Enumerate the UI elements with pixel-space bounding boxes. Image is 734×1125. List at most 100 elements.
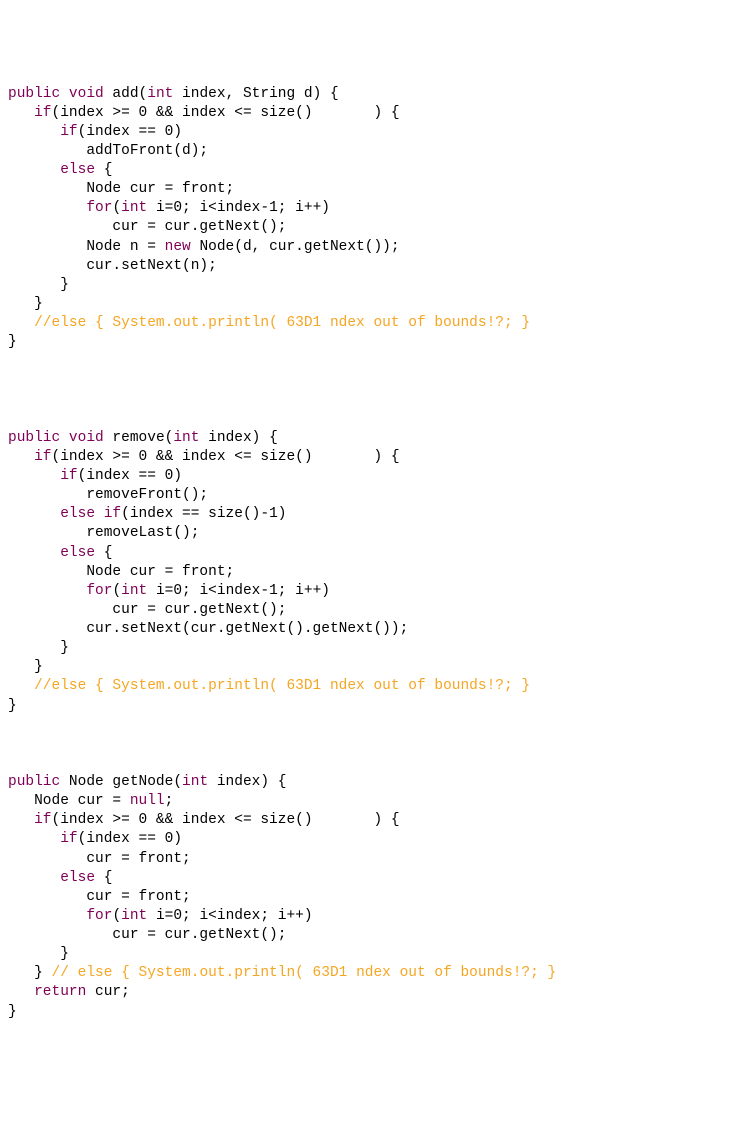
comment-token: //else { System.out.println( 63D1 ndex o…	[34, 315, 530, 331]
code-line: removeLast();	[8, 524, 726, 543]
type-token: int	[121, 583, 147, 599]
code-token: i=0; i<index-1; i++)	[147, 583, 330, 599]
code-token: Node cur = front;	[8, 181, 234, 197]
code-line: if(index == 0)	[8, 830, 726, 849]
code-token: Node cur =	[8, 793, 130, 809]
code-token	[8, 812, 34, 828]
kw-token: if	[104, 506, 121, 522]
kw-token: else	[60, 545, 95, 561]
code-line: public void remove(int index) {	[8, 429, 726, 448]
code-line: }	[8, 945, 726, 964]
code-token: (index >= 0 && index <= size() ) {	[52, 812, 400, 828]
code-token: i=0; i<index-1; i++)	[147, 200, 330, 216]
code-token: i=0; i<index; i++)	[147, 908, 312, 924]
kw-token: void	[69, 86, 104, 102]
kw-token: public	[8, 774, 60, 790]
code-line	[8, 754, 726, 773]
code-line	[8, 391, 726, 410]
type-token: int	[173, 430, 199, 446]
code-line: } // else { System.out.println( 63D1 nde…	[8, 964, 726, 983]
code-token: cur.setNext(cur.getNext().getNext());	[8, 621, 408, 637]
code-line: removeFront();	[8, 486, 726, 505]
code-line: cur.setNext(n);	[8, 257, 726, 276]
code-token: cur.setNext(n);	[8, 258, 217, 274]
code-token: cur = cur.getNext();	[8, 927, 286, 943]
code-line: else {	[8, 544, 726, 563]
code-token: index) {	[199, 430, 277, 446]
code-token	[8, 124, 60, 140]
code-token: remove(	[104, 430, 174, 446]
type-token: int	[121, 200, 147, 216]
comment-token: // else { System.out.println( 63D1 ndex …	[52, 965, 557, 981]
code-token: (	[112, 583, 121, 599]
code-token	[8, 984, 34, 1000]
code-token: cur = cur.getNext();	[8, 602, 286, 618]
code-token	[60, 86, 69, 102]
code-token: add(	[104, 86, 148, 102]
kw-token: else	[60, 506, 95, 522]
code-token	[8, 162, 60, 178]
code-line: //else { System.out.println( 63D1 ndex o…	[8, 677, 726, 696]
code-line: if(index == 0)	[8, 467, 726, 486]
code-token: Node n =	[8, 239, 165, 255]
code-line: Node cur = null;	[8, 792, 726, 811]
code-line: else if(index == size()-1)	[8, 505, 726, 524]
type-token: int	[147, 86, 173, 102]
code-token	[8, 908, 86, 924]
code-token: {	[95, 870, 112, 886]
code-line: //else { System.out.println( 63D1 ndex o…	[8, 314, 726, 333]
code-token: index) {	[208, 774, 286, 790]
code-token: (	[112, 908, 121, 924]
code-token	[8, 678, 34, 694]
code-line: Node n = new Node(d, cur.getNext());	[8, 238, 726, 257]
code-line: if(index >= 0 && index <= size() ) {	[8, 448, 726, 467]
code-token	[8, 506, 60, 522]
code-token	[95, 506, 104, 522]
code-line: }	[8, 639, 726, 658]
kw-token: for	[86, 583, 112, 599]
kw-token: null	[130, 793, 165, 809]
code-token: Node cur = front;	[8, 564, 234, 580]
code-line: cur.setNext(cur.getNext().getNext());	[8, 620, 726, 639]
kw-token: if	[60, 124, 77, 140]
kw-token: public	[8, 430, 60, 446]
code-line: public void add(int index, String d) {	[8, 85, 726, 104]
code-token: }	[8, 659, 43, 675]
code-token: }	[8, 277, 69, 293]
kw-token: for	[86, 908, 112, 924]
code-token: (index == 0)	[78, 468, 182, 484]
code-line: cur = front;	[8, 888, 726, 907]
code-token: (index == size()-1)	[121, 506, 286, 522]
kw-token: public	[8, 86, 60, 102]
code-token: (	[112, 200, 121, 216]
code-token: }	[8, 334, 17, 350]
code-token: }	[8, 640, 69, 656]
code-token	[8, 315, 34, 331]
code-token: (index == 0)	[78, 124, 182, 140]
code-line: cur = cur.getNext();	[8, 218, 726, 237]
code-line: if(index == 0)	[8, 123, 726, 142]
kw-token: if	[34, 105, 51, 121]
kw-token: if	[34, 812, 51, 828]
code-line	[8, 735, 726, 754]
kw-token: if	[60, 468, 77, 484]
code-block: public void add(int index, String d) { i…	[8, 85, 726, 1022]
code-token: removeFront();	[8, 487, 208, 503]
kw-token: else	[60, 870, 95, 886]
code-token: removeLast();	[8, 525, 199, 541]
type-token: int	[182, 774, 208, 790]
code-token	[8, 831, 60, 847]
code-token: }	[8, 1004, 17, 1020]
code-line: cur = cur.getNext();	[8, 926, 726, 945]
code-line: return cur;	[8, 983, 726, 1002]
code-token: {	[95, 162, 112, 178]
code-token: cur = cur.getNext();	[8, 219, 286, 235]
code-token: }	[8, 965, 52, 981]
code-line: public Node getNode(int index) {	[8, 773, 726, 792]
kw-token: if	[34, 449, 51, 465]
code-line: }	[8, 1003, 726, 1022]
code-line: }	[8, 295, 726, 314]
kw-token: else	[60, 162, 95, 178]
code-token	[60, 430, 69, 446]
code-line: if(index >= 0 && index <= size() ) {	[8, 811, 726, 830]
